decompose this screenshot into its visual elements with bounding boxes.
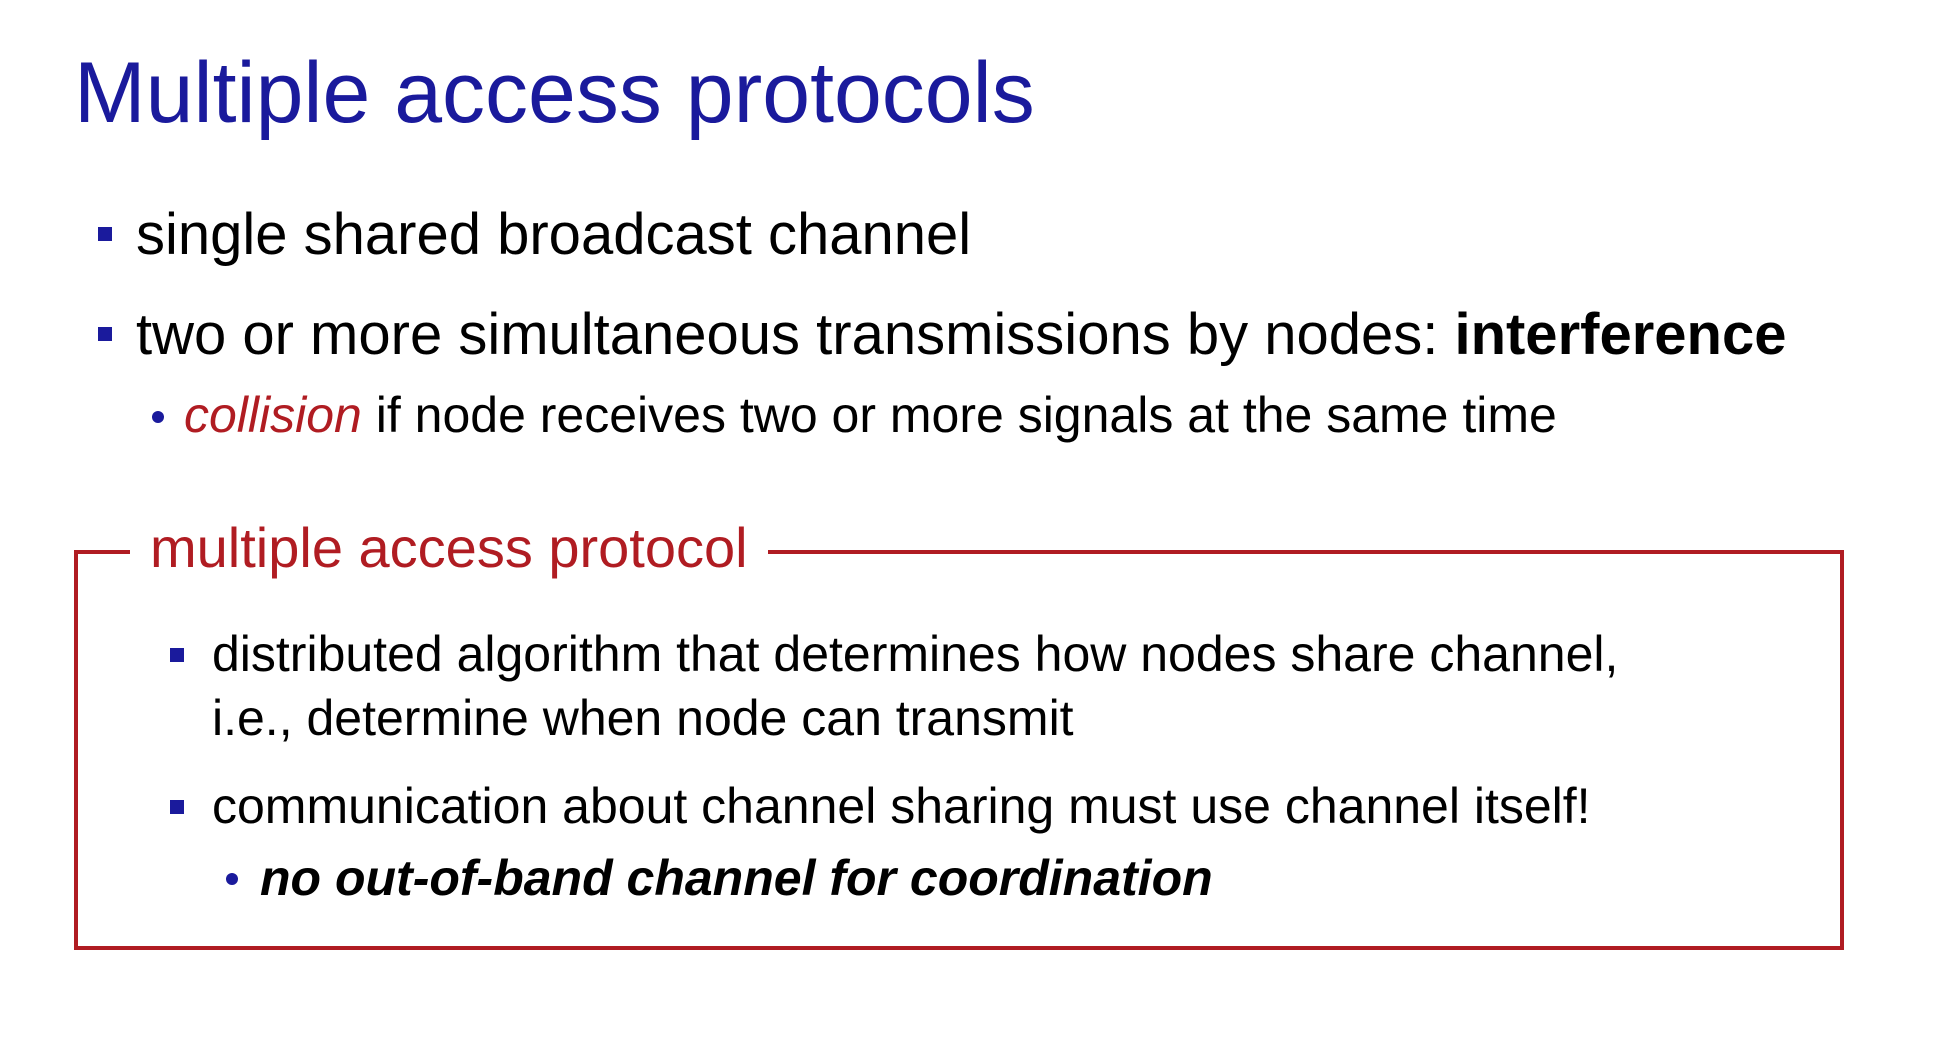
- bullet-marker: [170, 648, 184, 662]
- sub-bullet-marker: [152, 411, 164, 423]
- bullet-text: two or more simultaneous transmissions b…: [136, 302, 1455, 367]
- sub-bullet-collision: collision if node receives two or more s…: [184, 385, 1557, 445]
- bullet-text: communication about channel sharing must…: [212, 778, 1591, 834]
- collision-term: collision: [184, 387, 362, 443]
- slide-title: Multiple access protocols: [74, 45, 1035, 141]
- box-bullet-communication: communication about channel sharing must…: [212, 776, 1591, 836]
- bullet-marker: [98, 327, 112, 341]
- box-sub-bullet-out-of-band: no out-of-band channel for coordination: [260, 848, 1213, 908]
- bullet-marker: [170, 800, 184, 814]
- bullet-marker: [98, 227, 112, 241]
- box-bullet-distributed-algorithm: distributed algorithm that determines ho…: [212, 624, 1618, 684]
- sub-bullet-text: if node receives two or more signals at …: [361, 387, 1557, 443]
- bullet-single-shared-channel: single shared broadcast channel: [136, 200, 971, 270]
- bullet-text: single shared broadcast channel: [136, 202, 972, 267]
- protocol-box-label: multiple access protocol: [130, 514, 768, 582]
- bullet-simultaneous-transmissions: two or more simultaneous transmissions b…: [136, 300, 1786, 370]
- bullet-text: i.e., determine when node can transmit: [212, 690, 1074, 746]
- sub-bullet-text: no out-of-band channel for coordination: [260, 850, 1213, 906]
- interference-term: interference: [1454, 302, 1787, 367]
- bullet-text: distributed algorithm that determines ho…: [212, 626, 1619, 682]
- box-bullet-distributed-algorithm-cont: i.e., determine when node can transmit: [212, 688, 1074, 748]
- sub-bullet-marker: [226, 873, 238, 885]
